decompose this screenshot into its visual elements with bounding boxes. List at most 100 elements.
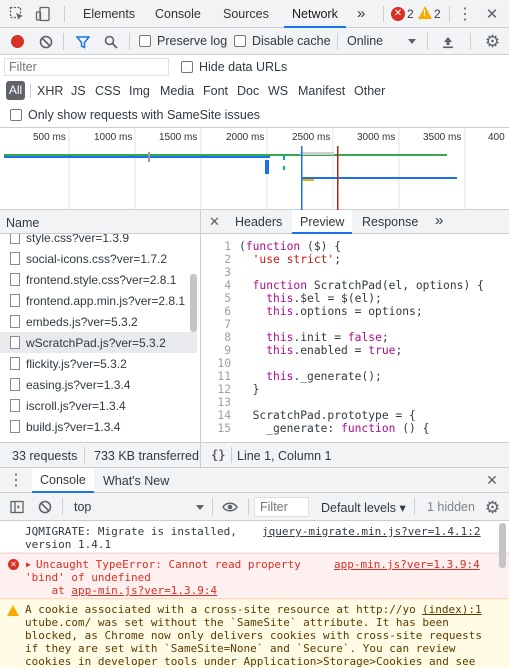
code-line: 9 this.enabled = true; [205,344,402,357]
samesite-checkbox[interactable] [10,109,22,121]
column-header-name[interactable]: Name [6,216,39,230]
disable-cache-label[interactable]: Disable cache [252,34,331,48]
filter-type-media[interactable]: Media [160,81,194,101]
filter-type-doc[interactable]: Doc [237,81,259,101]
tab-network[interactable]: Network [284,0,346,28]
kebab-menu-icon[interactable]: ⋮ [8,472,24,489]
search-icon[interactable] [102,33,119,50]
code-text: this.$el = $(el); [266,292,382,305]
requests-scrollbar[interactable] [190,274,197,332]
import-har-icon[interactable] [439,33,456,50]
more-detail-tabs-button[interactable]: » [435,212,443,229]
drawer-tab-console[interactable]: Console [32,468,94,493]
console-filter-input[interactable] [254,497,309,517]
filter-icon[interactable] [74,33,91,50]
request-row-build-js[interactable]: build.js?ver=1.3.4 [0,416,197,437]
clear-icon[interactable] [37,33,54,50]
code-line: 14 ScratchPad.prototype = { [205,409,415,422]
filter-type-img[interactable]: Img [129,81,150,101]
file-icon [10,336,20,349]
disable-cache-checkbox[interactable] [234,35,246,47]
warning-source-link[interactable]: (index):1 [422,603,482,616]
device-toolbar-icon[interactable] [34,5,52,23]
preserve-log-checkbox[interactable] [139,35,151,47]
request-row-flickity-js[interactable]: flickity.js?ver=5.3.2 [0,353,197,374]
settings-gear-icon[interactable]: ⚙ [483,32,502,51]
filter-type-css[interactable]: CSS [95,81,121,101]
tab-response[interactable]: Response [362,215,418,229]
more-tabs-button[interactable]: » [357,0,365,28]
close-drawer-icon[interactable]: ✕ [484,472,500,488]
drawer-tab-whats-new[interactable]: What's New [103,474,169,488]
preserve-log-label[interactable]: Preserve log [157,34,227,48]
timeline-overview[interactable]: 500 ms 1000 ms 1500 ms 2000 ms 2500 ms 3… [0,127,509,211]
tab-preview[interactable]: Preview [292,210,353,234]
line-number: 6 [224,305,231,318]
kebab-menu-icon[interactable]: ⋮ [457,5,473,23]
warning-count[interactable]: 2 [434,7,441,21]
hide-data-urls-label[interactable]: Hide data URLs [199,60,287,74]
record-icon[interactable] [11,35,24,48]
log-levels-select[interactable]: Default levels ▾ [321,500,406,515]
request-row-wscratchpad-js[interactable]: wScratchPad.js?ver=5.3.2 [0,332,197,353]
filter-type-font[interactable]: Font [203,81,228,101]
error-line-1: Uncaught TypeError: Cannot read property [36,558,301,571]
request-row-embeds-js[interactable]: embeds.js?ver=5.3.2 [0,311,197,332]
request-row-easing-js[interactable]: easing.js?ver=1.3.4 [0,374,197,395]
samesite-label[interactable]: Only show requests with SameSite issues [28,108,260,122]
request-row-frontend-app-js[interactable]: frontend.app.min.js?ver=2.8.1 [0,290,197,311]
show-sidebar-icon[interactable] [9,499,25,515]
expand-triangle-icon[interactable]: ▶ [26,558,31,571]
tab-sources[interactable]: Sources [223,0,269,28]
live-expression-eye-icon[interactable] [221,499,239,515]
context-select[interactable]: top [74,500,91,514]
requests-status-bar: 33 requests 733 KB transferred [0,442,200,467]
throttling-select[interactable]: Online [347,34,383,48]
toolbar-divider [414,498,415,515]
request-row-frontend-style-css[interactable]: frontend.style.css?ver=2.8.1 [0,269,197,290]
filter-type-js[interactable]: JS [71,81,86,101]
file-icon [10,420,20,433]
error-stack-link[interactable]: app-min.js?ver=1.3.9:4 [71,584,217,597]
tab-headers[interactable]: Headers [235,215,282,229]
console-settings-gear-icon[interactable]: ⚙ [483,498,502,517]
console-info-source-link[interactable]: jquery-migrate.min.js?ver=1.4.1:2 [262,525,481,538]
devtools-main-toolbar: Elements Console Sources Network » ✕ 2 !… [0,0,509,28]
code-line: 6 this.options = options; [205,305,422,318]
tab-console[interactable]: Console [155,0,201,28]
request-row-iscroll-js[interactable]: iscroll.js?ver=1.3.4 [0,395,197,416]
hide-data-urls-checkbox[interactable] [181,61,193,73]
close-devtools-icon[interactable]: ✕ [483,5,501,23]
console-messages[interactable]: JQMIGRATE: Migrate is installed, version… [0,521,509,668]
requests-header[interactable]: Name [0,210,200,234]
line-number: 11 [217,370,231,383]
error-source-link[interactable]: app-min.js?ver=1.3.9:4 [334,558,480,571]
close-detail-icon[interactable]: ✕ [209,214,220,230]
filter-type-xhr[interactable]: XHR [37,81,63,101]
status-divider [231,447,232,463]
clear-console-icon[interactable] [37,499,53,515]
inspect-element-icon[interactable] [8,5,26,23]
console-error-message: ✕ ▶ Uncaught TypeError: Cannot read prop… [0,553,509,599]
request-name: social-icons.css?ver=1.7.2 [26,251,168,266]
toolbar-divider [449,6,450,22]
filter-type-manifest[interactable]: Manifest [298,81,345,101]
chevron-down-icon[interactable] [196,505,204,510]
error-count-icon[interactable]: ✕ [391,7,405,21]
filter-type-ws[interactable]: WS [268,81,288,101]
filter-type-other[interactable]: Other [354,81,385,101]
filter-type-all[interactable]: All [6,81,25,100]
request-name: build.js?ver=1.3.4 [26,419,121,434]
toolbar-divider [62,498,63,515]
requests-list[interactable]: style.css?ver=1.3.9 social-icons.css?ver=… [0,234,200,445]
error-count[interactable]: 2 [407,7,414,21]
request-row-style-css[interactable]: style.css?ver=1.3.9 [0,234,197,248]
timeline-chart [4,128,466,211]
network-filter-input[interactable] [4,58,169,76]
chevron-down-icon[interactable] [408,39,416,44]
tab-elements[interactable]: Elements [83,0,135,28]
request-row-social-icons-css[interactable]: social-icons.css?ver=1.7.2 [0,248,197,269]
pretty-print-button[interactable]: {} [211,448,225,462]
console-scrollbar[interactable] [499,523,506,568]
drawer-tabs: ⋮ Console What's New ✕ [0,467,509,493]
